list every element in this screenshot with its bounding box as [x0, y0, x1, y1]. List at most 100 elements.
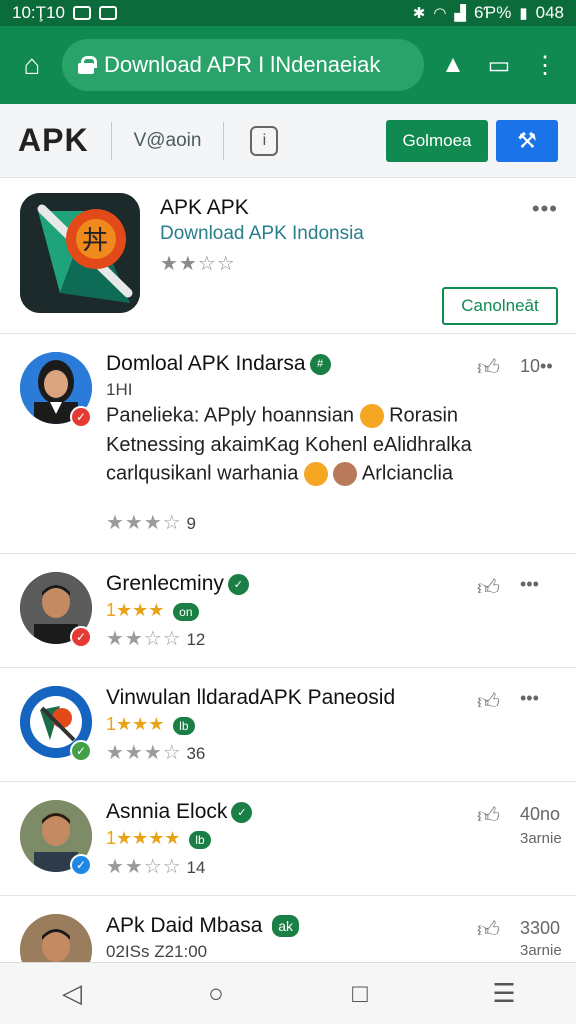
review-rating: ★★★☆ 36: [106, 740, 205, 765]
thumbs-up-icon[interactable]: 👍︎: [477, 574, 500, 601]
wifi-icon: ◠: [433, 5, 447, 22]
review-author: Domloal APK Indarsa #: [106, 352, 331, 376]
status-time: 10:Ţ10: [12, 3, 65, 22]
green-action-button[interactable]: Golmoea: [386, 119, 488, 162]
verified-icon: ✓: [231, 801, 253, 823]
review-author: Grenlecminy ✓: [106, 572, 249, 596]
rating-stars: ★★★☆: [106, 742, 182, 764]
review-count: 40no: [520, 804, 561, 824]
more-vert-icon[interactable]: ⋮: [528, 48, 562, 82]
divider: [223, 121, 225, 160]
verified-badge-icon: ✓: [70, 740, 92, 762]
review-item: ✓ Grenlecminy ✓ 👍︎ ••• 1★★★ on ★★☆☆ 12: [0, 554, 576, 668]
review-text: Panelieka: APply hoannsian: [106, 404, 354, 427]
thumbs-up-icon[interactable]: 👍︎: [477, 354, 500, 381]
app-rating-stars: ★★☆☆: [160, 253, 236, 275]
app-icon[interactable]: 丼: [20, 193, 140, 313]
review-time: 3arnie: [520, 830, 562, 847]
home-icon[interactable]: ⌂: [14, 47, 50, 83]
app-card: 丼 APK APK Download APK Indonsia ★★☆☆ •••…: [0, 178, 576, 334]
url-text: Download APR I lNdenaeiak: [104, 52, 381, 77]
thumbs-up-icon[interactable]: 👍︎: [477, 916, 500, 943]
tag-chip: ak: [272, 915, 300, 938]
review-author-name: Grenlecminy: [106, 572, 224, 595]
tag-chip: on: [173, 602, 199, 621]
battery-icon: ▮: [519, 5, 528, 22]
app-subtitle[interactable]: Download APK Indonsia: [160, 223, 364, 245]
site-header: APK V@aoin i Golmoea ⚒: [0, 104, 576, 178]
system-nav-bar: ◁ ○ □ ☰: [0, 962, 576, 1024]
url-bar[interactable]: Download APR I lNdenaeiak: [62, 39, 424, 91]
review-gold-rating: 1★★★★ lb: [106, 828, 211, 849]
review-time: 02ISs Z21:00: [106, 942, 208, 961]
status-bar: 10:Ţ10 ✱ ◠ ▟ 6Ƥ% ▮ 048: [0, 0, 576, 26]
gold-stars: 1★★★★: [106, 828, 181, 848]
review-item: ✓ Domloal APK Indarsa # 👍︎ 10•• 1HI Panel…: [0, 334, 576, 554]
rating-stars: ★★☆☆: [106, 628, 182, 650]
review-author-name: APk Daid Mbasa: [106, 914, 263, 937]
home-nav-icon[interactable]: ○: [192, 970, 240, 1018]
more-options-icon[interactable]: •••: [520, 574, 539, 595]
tag-chip: lb: [173, 716, 195, 735]
avatar[interactable]: [20, 914, 92, 962]
tabs-icon[interactable]: ▭: [482, 48, 516, 82]
verified-badge-icon: ✓: [70, 626, 92, 648]
review-rating: ★★☆☆ 12: [106, 626, 205, 651]
browser-toolbar: ⌂ Download APR I lNdenaeiak ▲ ▭ ⋮: [0, 26, 576, 104]
rating-stars: ★★☆☆: [106, 856, 182, 878]
gold-stars: 1★★★: [106, 600, 165, 620]
notification-icon: [98, 6, 117, 20]
gold-stars: 1★★★: [106, 714, 165, 734]
verified-icon: ✓: [227, 573, 249, 595]
rating-count: 14: [186, 858, 206, 877]
review-text: carlqusikanl warhania: [106, 462, 299, 485]
review-text-line: Panelieka: APply hoannsian Rorasin: [106, 404, 458, 428]
verified-icon: #: [309, 353, 331, 375]
thumbs-up-icon[interactable]: 👍︎: [477, 688, 500, 715]
svg-text:丼: 丼: [82, 226, 108, 256]
lock-icon: [78, 56, 97, 74]
emoji-icon: [303, 462, 328, 486]
blue-action-button[interactable]: ⚒: [496, 119, 558, 162]
status-clock: 048: [535, 3, 564, 22]
review-text: Arlcianclia: [361, 462, 454, 485]
verified-badge-icon: ✓: [70, 854, 92, 876]
review-time-right: 3arnie: [520, 942, 562, 959]
divider: [110, 121, 112, 160]
info-icon[interactable]: i: [250, 125, 279, 156]
bluetooth-icon: ✱: [412, 5, 426, 22]
review-author-name: Domloal APK Indarsa: [106, 352, 306, 375]
review-author: Asnnia Elock ✓: [106, 800, 253, 824]
review-author: APk Daid Mbasa ak: [106, 914, 300, 938]
site-logo[interactable]: APK: [18, 122, 89, 159]
review-rating: ★★★☆ 9: [106, 510, 196, 535]
more-options-icon[interactable]: •••: [520, 688, 539, 709]
menu-icon[interactable]: ☰: [480, 970, 528, 1018]
emoji-icon: [359, 404, 384, 428]
review-item: ✓ Vinwulan lldaradAPK Paneosid 👍︎ ••• 1★…: [0, 668, 576, 782]
thumbs-up-icon[interactable]: 👍︎: [477, 802, 500, 829]
verified-badge-icon: ✓: [70, 406, 92, 428]
rating-count: 36: [186, 744, 206, 763]
app-title: APK APK: [160, 196, 249, 219]
review-gold-rating: 1★★★ on: [106, 600, 199, 621]
review-author-name: Asnnia Elock: [106, 800, 228, 823]
rating-stars: ★★★☆: [106, 512, 182, 534]
review-text-line: Ketnessing akaimKag Kohenl eAlidhralka: [106, 434, 472, 456]
back-icon[interactable]: ◁: [48, 970, 96, 1018]
search-link[interactable]: V@aoin: [134, 130, 202, 152]
rating-count: 9: [186, 514, 196, 533]
more-options-icon[interactable]: •••: [532, 196, 558, 222]
review-text: Rorasin: [389, 404, 459, 427]
review-count: 3300: [520, 918, 561, 938]
share-icon[interactable]: ▲: [436, 48, 470, 82]
app-action-button[interactable]: Canolneāt: [442, 287, 558, 325]
review-count: 10••: [520, 356, 553, 376]
signal-icon: ▟: [454, 5, 466, 22]
battery-percent: 6Ƥ%: [473, 3, 512, 22]
recents-icon[interactable]: □: [336, 970, 384, 1018]
rating-count: 12: [186, 630, 206, 649]
review-time: 1HI: [106, 380, 133, 399]
review-item: ✓ Asnnia Elock ✓ 👍︎ 40no 3arnie 1★★★★ lb …: [0, 782, 576, 896]
review-author-name: Vinwulan lldaradAPK Paneosid: [106, 686, 396, 709]
